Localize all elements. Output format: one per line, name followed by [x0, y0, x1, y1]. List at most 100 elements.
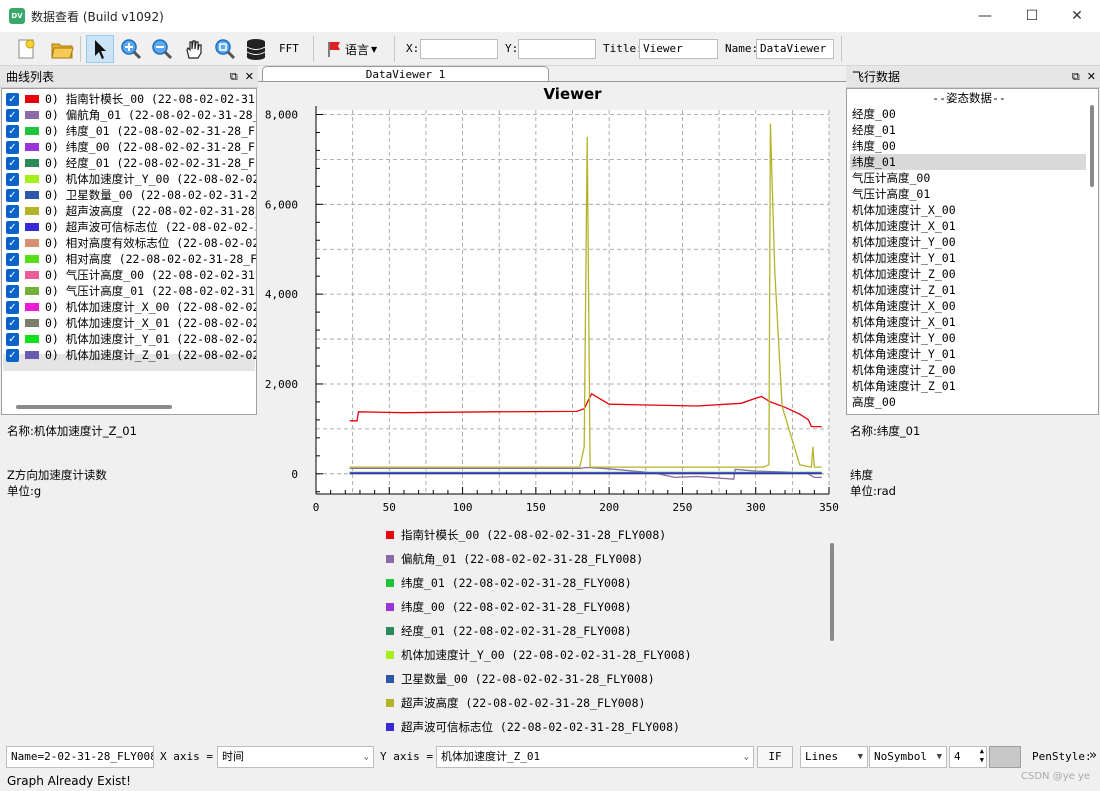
float-icon[interactable]: ⧉ — [1072, 70, 1080, 83]
curve-list-item[interactable]: ✓ 0) 指南针模长_00 (22-08-02-02-31-28_FLY008) — [6, 91, 256, 107]
flight-list-item[interactable]: 机体加速度计_Y_00 — [850, 234, 1086, 250]
checkbox[interactable]: ✓ — [6, 252, 19, 266]
more-icon[interactable]: » — [1089, 748, 1097, 763]
curve-list-item[interactable]: ✓ 0) 卫星数量_00 (22-08-02-02-31-28_FLY008) — [6, 187, 256, 203]
maximize-button[interactable]: ☐ — [1009, 0, 1055, 32]
width-spinbox[interactable]: 4 ▲ ▼ — [949, 746, 987, 768]
pan-hand-icon[interactable] — [180, 35, 208, 63]
fft-button[interactable]: FFT — [279, 42, 299, 55]
checkbox[interactable]: ✓ — [6, 348, 19, 362]
color-swatch — [25, 255, 39, 263]
curve-list-item[interactable]: ✓ 0) 超声波可信标志位 (22-08-02-02-31-28_FLY008) — [6, 219, 256, 235]
checkbox[interactable]: ✓ — [6, 140, 19, 154]
pointer-icon[interactable] — [86, 35, 114, 63]
flight-list-item[interactable]: 机体加速度计_Y_01 — [850, 250, 1086, 266]
horizontal-scrollbar[interactable] — [16, 405, 172, 409]
checkbox[interactable]: ✓ — [6, 156, 19, 170]
flight-list-item[interactable]: 机体角速度计_X_01 — [850, 314, 1086, 330]
x-input[interactable] — [420, 39, 498, 59]
checkbox[interactable]: ✓ — [6, 284, 19, 298]
color-button[interactable] — [989, 746, 1021, 768]
checkbox[interactable]: ✓ — [6, 220, 19, 234]
curve-list-item[interactable]: ✓ 0) 超声波高度 (22-08-02-02-31-28_FLY008) — [6, 203, 256, 219]
x-axis-select[interactable]: 时间 ⌄ — [217, 746, 374, 768]
line-style-select[interactable]: Lines ▼ — [800, 746, 868, 768]
checkbox[interactable]: ✓ — [6, 300, 19, 314]
curve-list-item[interactable]: ✓ 0) 相对高度 (22-08-02-02-31-28_FLY008) — [6, 251, 257, 267]
flight-list-item[interactable]: 高度_00 — [850, 394, 1086, 410]
legend-scrollbar[interactable] — [830, 543, 834, 641]
flight-list-item[interactable]: 纬度_01 — [850, 154, 1086, 170]
y-axis-select[interactable]: 机体加速度计_Z_01 ⌄ — [436, 746, 754, 768]
y-tick-label: 2,000 — [265, 378, 298, 391]
curve-list-item[interactable]: ✓ 0) 机体加速度计_X_00 (22-08-02-02-31-28_FLY00… — [6, 299, 256, 315]
flight-list-item[interactable]: 气压计高度_00 — [850, 170, 1086, 186]
symbol-select[interactable]: NoSymbol ▼ — [869, 746, 947, 768]
flight-list-item[interactable]: 纬度_00 — [850, 138, 1086, 154]
flight-list-item[interactable]: 机体角速度计_Z_00 — [850, 362, 1086, 378]
title-input[interactable]: Viewer — [639, 39, 718, 59]
curve-list-item[interactable]: ✓ 0) 机体加速度计_Y_00 (22-08-02-02-31-28_FLY00… — [6, 171, 256, 187]
dock-close-icon[interactable]: ✕ — [245, 70, 254, 83]
dock-close-icon[interactable]: ✕ — [1087, 70, 1096, 83]
name-field[interactable]: Name=2-02-31-28_FLY008) — [6, 746, 154, 768]
chevron-down-icon: ▼ — [371, 44, 378, 54]
flight-list-item[interactable]: 机体加速度计_Z_01 — [850, 282, 1086, 298]
vertical-scrollbar[interactable] — [1090, 105, 1094, 187]
flight-list-item[interactable]: 机体加速度计_X_00 — [850, 202, 1086, 218]
curve-list-item[interactable]: ✓ 0) 气压计高度_01 (22-08-02-02-31-28_FLY008) — [6, 283, 256, 299]
legend-swatch — [386, 531, 394, 539]
checkbox[interactable]: ✓ — [6, 236, 19, 250]
legend-label: 机体加速度计_Y_00 (22-08-02-02-31-28_FLY008) — [401, 648, 692, 662]
curve-list-item[interactable]: ✓ 0) 气压计高度_00 (22-08-02-02-31-28_FLY008) — [6, 267, 256, 283]
flight-data-list[interactable]: --姿态数据-- 经度_00 经度_01 纬度_00 纬度_01 气压计高度_00 气压计高… — [846, 88, 1099, 415]
tab-dataviewer[interactable]: DataViewer 1 — [262, 66, 549, 82]
curve-list-item[interactable]: ✓ 0) 机体加速度计_Z_01 (22-08-02-02-31-28_FLY00… — [6, 347, 256, 363]
curve-label: 0) 相对高度 (22-08-02-02-31-28_FLY008) — [45, 252, 257, 266]
name-input[interactable]: DataViewer 1 — [756, 39, 834, 59]
flight-list-item[interactable]: 经度_01 — [850, 122, 1086, 138]
flight-list-item[interactable]: 机体角速度计_Y_00 — [850, 330, 1086, 346]
float-icon[interactable]: ⧉ — [230, 70, 238, 83]
checkbox[interactable]: ✓ — [6, 332, 19, 346]
minimize-button[interactable]: — — [962, 0, 1008, 32]
flight-list-item[interactable]: 机体角速度计_Y_01 — [850, 346, 1086, 362]
close-button[interactable]: ✕ — [1054, 0, 1100, 32]
curve-list[interactable]: ✓0) 指南针模长_00 (22-08-02-02-31-28_FLY008)✓… — [1, 88, 257, 415]
checkbox[interactable]: ✓ — [6, 172, 19, 186]
checkbox[interactable]: ✓ — [6, 268, 19, 282]
curve-list-item[interactable]: ✓ 0) 偏航角_01 (22-08-02-02-31-28_FLY008) — [6, 107, 256, 123]
checkbox[interactable]: ✓ — [6, 124, 19, 138]
database-icon[interactable] — [242, 35, 270, 63]
curve-list-item[interactable]: ✓ 0) 经度_01 (22-08-02-02-31-28_FLY008) — [6, 155, 256, 171]
curve-list-item[interactable]: ✓ 0) 纬度_01 (22-08-02-02-31-28_FLY008) — [6, 123, 256, 139]
flight-list-item[interactable]: 机体加速度计_Z_00 — [850, 266, 1086, 282]
checkbox[interactable]: ✓ — [6, 108, 19, 122]
flight-group-header[interactable]: --姿态数据-- — [850, 90, 1086, 106]
flight-list-item[interactable]: 机体加速度计_X_01 — [850, 218, 1086, 234]
checkbox[interactable]: ✓ — [6, 204, 19, 218]
checkbox[interactable]: ✓ — [6, 316, 19, 330]
curve-label: 0) 机体加速度计_Y_01 (22-08-02-02-31-28_FLY008… — [45, 332, 256, 346]
flight-list-item[interactable]: 经度_00 — [850, 106, 1086, 122]
zoom-out-icon[interactable] — [148, 35, 176, 63]
flight-list-item[interactable]: 气压计高度_01 — [850, 186, 1086, 202]
new-icon[interactable] — [12, 35, 40, 63]
flight-list-item[interactable]: 机体角速度计_Z_01 — [850, 378, 1086, 394]
chart[interactable]: Viewer 0 50 100 150 200 250 300 350 0 2,000 4,000 6,… — [258, 82, 846, 537]
open-folder-icon[interactable] — [48, 35, 76, 63]
checkbox[interactable]: ✓ — [6, 92, 19, 106]
language-button[interactable]: 语言 ▼ — [326, 35, 386, 63]
zoom-fit-icon[interactable] — [211, 35, 239, 63]
curve-list-item[interactable]: ✓ 0) 纬度_00 (22-08-02-02-31-28_FLY008) — [6, 139, 256, 155]
checkbox[interactable]: ✓ — [6, 188, 19, 202]
zoom-in-icon[interactable] — [117, 35, 145, 63]
if-button[interactable]: IF — [757, 746, 793, 768]
legend-swatch — [386, 675, 394, 683]
curve-list-item[interactable]: ✓ 0) 机体加速度计_Y_01 (22-08-02-02-31-28_FLY00… — [6, 331, 256, 347]
y-input[interactable] — [518, 39, 596, 59]
curve-list-item[interactable]: ✓ 0) 机体加速度计_X_01 (22-08-02-02-31-28_FLY00… — [6, 315, 256, 331]
curve-info-desc: Z方向加速度计读数 — [7, 468, 107, 482]
curve-list-item[interactable]: ✓ 0) 相对高度有效标志位 (22-08-02-02-31-28_FLY008) — [6, 235, 256, 251]
flight-list-item[interactable]: 机体角速度计_X_00 — [850, 298, 1086, 314]
